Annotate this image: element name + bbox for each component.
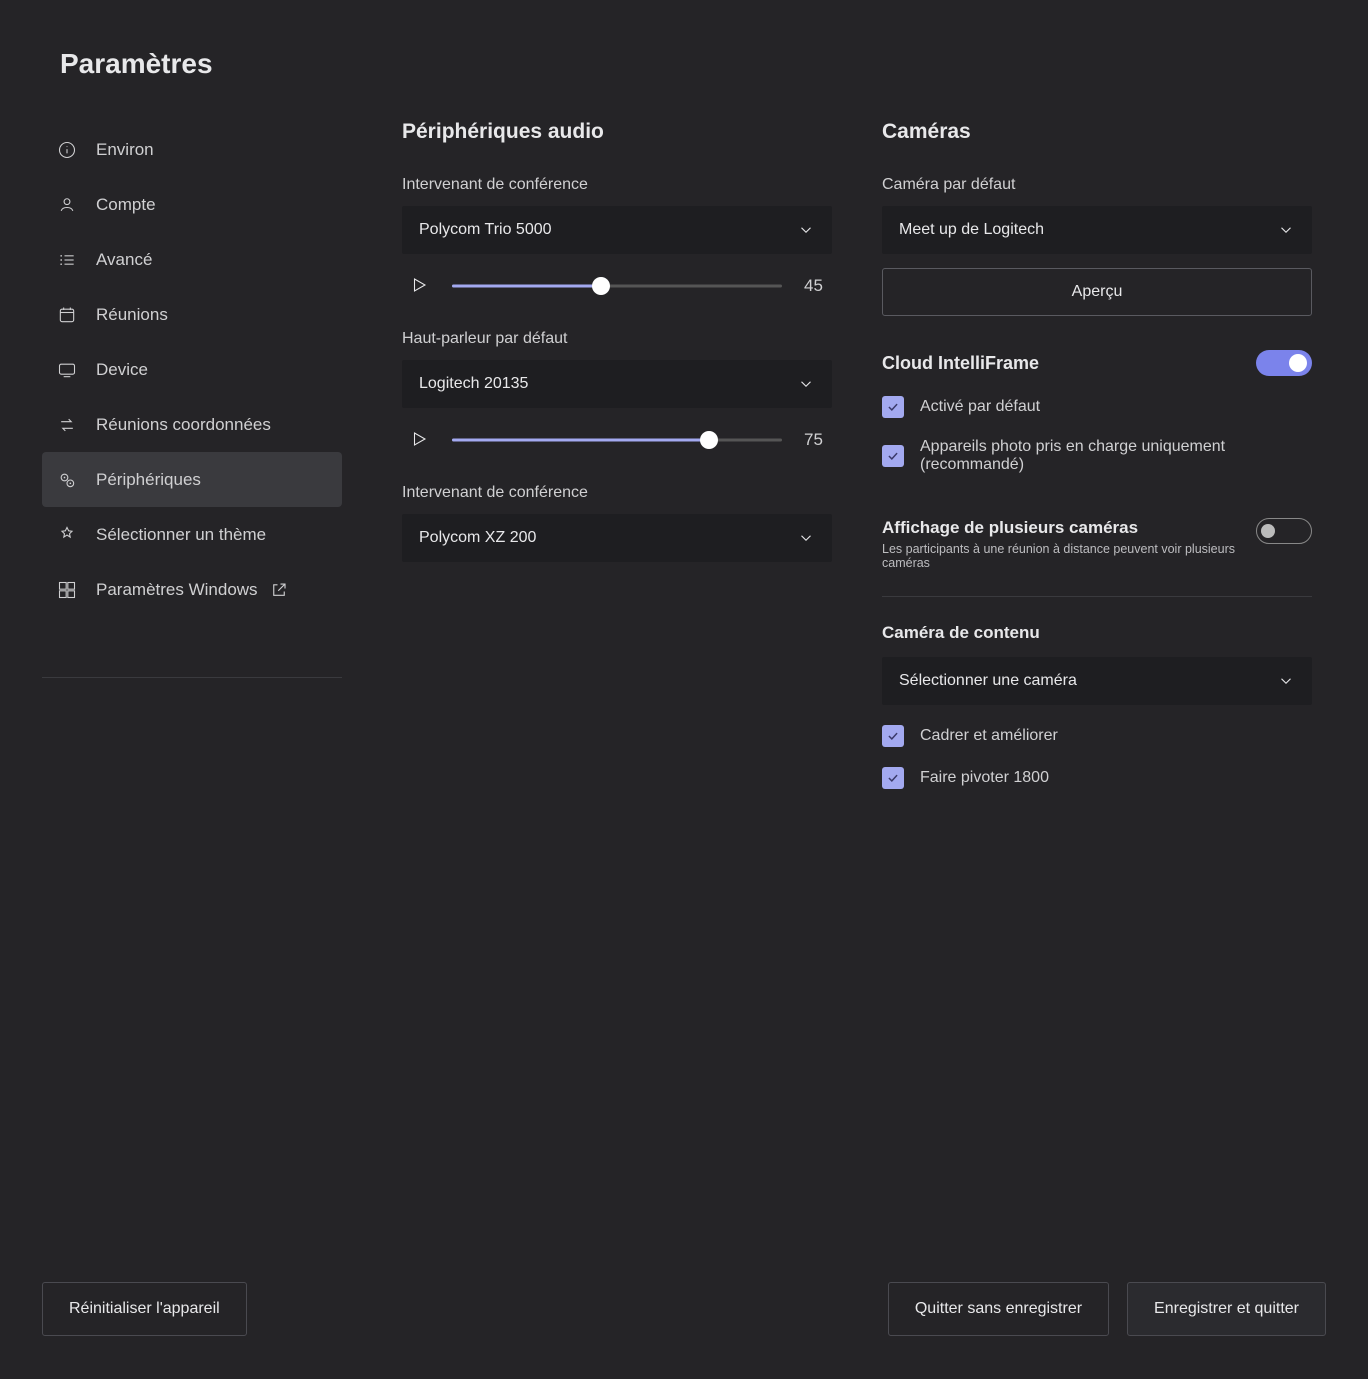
exit-without-saving-button[interactable]: Quitter sans enregistrer <box>888 1282 1109 1336</box>
intelliframe-supported-only-checkbox[interactable] <box>882 445 904 467</box>
multi-view-toggle[interactable] <box>1256 518 1312 544</box>
theme-icon <box>56 524 78 546</box>
default-speaker-select[interactable]: Logitech 20135 <box>402 360 832 408</box>
windows-icon <box>56 579 78 601</box>
chevron-down-icon <box>1277 221 1295 239</box>
intelliframe-default-on-checkbox[interactable] <box>882 396 904 418</box>
chevron-down-icon <box>1277 672 1295 690</box>
sidebar-item-label: Avancé <box>96 250 152 270</box>
intelliframe-toggle[interactable] <box>1256 350 1312 376</box>
preview-button[interactable]: Aperçu <box>882 268 1312 316</box>
reset-device-button[interactable]: Réinitialiser l'appareil <box>42 1282 247 1336</box>
multi-view-sub: Les participants à une réunion à distanc… <box>882 542 1240 570</box>
chevron-down-icon <box>797 529 815 547</box>
play-test-audio-icon[interactable] <box>410 430 430 450</box>
sidebar-item-label: Device <box>96 360 148 380</box>
default-speaker-volume-value: 75 <box>804 430 832 450</box>
info-icon <box>56 139 78 161</box>
conference-mic-label: Intervenant de conférence <box>402 484 832 502</box>
sidebar-item-coordinated-meetings[interactable]: Réunions coordonnées <box>42 397 342 452</box>
default-camera-value: Meet up de Logitech <box>899 221 1044 239</box>
chevron-down-icon <box>797 221 815 239</box>
sidebar-item-label: Paramètres Windows <box>96 580 258 600</box>
play-test-audio-icon[interactable] <box>410 276 430 296</box>
audio-section: Périphériques audio Intervenant de confé… <box>402 120 832 789</box>
sidebar-item-about[interactable]: Environ <box>42 122 342 177</box>
intelliframe-default-on-label: Activé par défaut <box>920 398 1040 416</box>
sidebar-item-windows-settings[interactable]: Paramètres Windows <box>42 562 342 617</box>
content-camera-select[interactable]: Sélectionner une caméra <box>882 657 1312 705</box>
sidebar-item-meetings[interactable]: Réunions <box>42 287 342 342</box>
account-icon <box>56 194 78 216</box>
crop-enhance-label: Cadrer et améliorer <box>920 727 1058 745</box>
default-speaker-label: Haut-parleur par défaut <box>402 330 832 348</box>
default-speaker-value: Logitech 20135 <box>419 375 528 393</box>
conference-speaker-value: Polycom Trio 5000 <box>419 221 552 239</box>
page-title: Paramètres <box>60 48 213 80</box>
cameras-section-title: Caméras <box>882 120 1312 144</box>
footer: Réinitialiser l'appareil Quitter sans en… <box>0 1269 1368 1349</box>
intelliframe-supported-only-label: Appareils photo pris en charge uniquemen… <box>920 438 1312 474</box>
content-camera-value: Sélectionner une caméra <box>899 672 1077 690</box>
sidebar-item-label: Environ <box>96 140 154 160</box>
sidebar-item-label: Compte <box>96 195 156 215</box>
external-link-icon <box>270 581 288 599</box>
conference-mic-select[interactable]: Polycom XZ 200 <box>402 514 832 562</box>
sidebar-item-theme[interactable]: Sélectionner un thème <box>42 507 342 562</box>
sidebar-item-label: Périphériques <box>96 470 201 490</box>
rotate-1800-label: Faire pivoter 1800 <box>920 769 1049 787</box>
sidebar-item-label: Réunions <box>96 305 168 325</box>
sidebar-item-advanced[interactable]: Avancé <box>42 232 342 287</box>
conference-speaker-select[interactable]: Polycom Trio 5000 <box>402 206 832 254</box>
gear-dual-icon <box>56 469 78 491</box>
sidebar-item-label: Réunions coordonnées <box>96 415 271 435</box>
intelliframe-label: Cloud IntelliFrame <box>882 353 1039 374</box>
chevron-down-icon <box>797 375 815 393</box>
audio-section-title: Périphériques audio <box>402 120 832 144</box>
divider <box>882 596 1312 597</box>
sidebar-item-account[interactable]: Compte <box>42 177 342 232</box>
default-speaker-volume-slider[interactable] <box>452 430 782 450</box>
content-camera-label: Caméra de contenu <box>882 623 1312 643</box>
save-and-exit-button[interactable]: Enregistrer et quitter <box>1127 1282 1326 1336</box>
calendar-icon <box>56 304 78 326</box>
swap-icon <box>56 414 78 436</box>
sidebar: Environ Compte Avancé Réunions Device <box>42 122 342 678</box>
display-icon <box>56 359 78 381</box>
list-icon <box>56 249 78 271</box>
cameras-section: Caméras Caméra par défaut Meet up de Log… <box>882 120 1312 789</box>
sidebar-divider <box>42 677 342 678</box>
crop-enhance-checkbox[interactable] <box>882 725 904 747</box>
default-camera-label: Caméra par défaut <box>882 176 1312 194</box>
sidebar-item-label: Sélectionner un thème <box>96 525 266 545</box>
sidebar-item-peripherals[interactable]: Périphériques <box>42 452 342 507</box>
default-camera-select[interactable]: Meet up de Logitech <box>882 206 1312 254</box>
rotate-1800-checkbox[interactable] <box>882 767 904 789</box>
conference-mic-value: Polycom XZ 200 <box>419 529 536 547</box>
conference-speaker-volume-value: 45 <box>804 276 832 296</box>
conference-speaker-volume-slider[interactable] <box>452 276 782 296</box>
conference-speaker-label: Intervenant de conférence <box>402 176 832 194</box>
sidebar-item-device[interactable]: Device <box>42 342 342 397</box>
multi-view-label: Affichage de plusieurs caméras <box>882 518 1240 538</box>
